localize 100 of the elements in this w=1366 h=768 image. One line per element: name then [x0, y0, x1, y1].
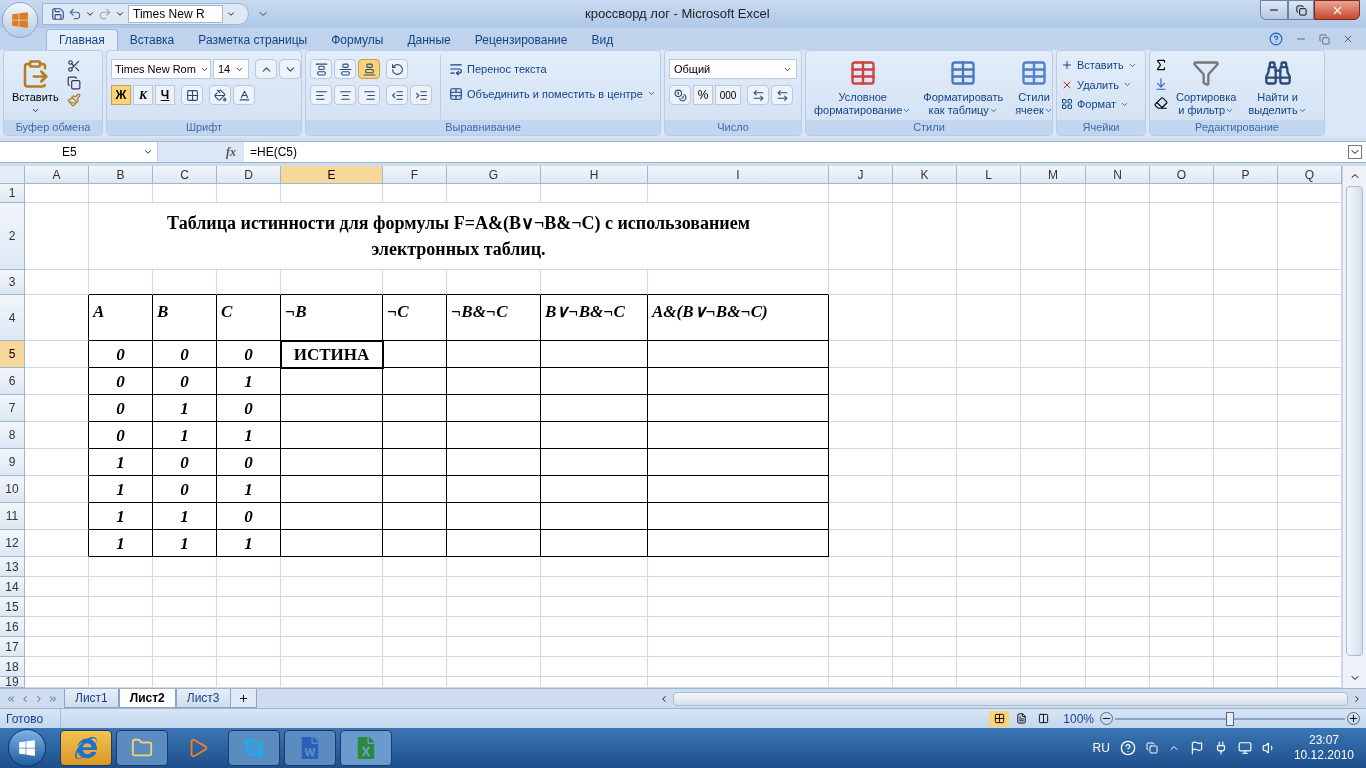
row-header[interactable]: 6	[0, 368, 25, 395]
ribbon-tab[interactable]: Рецензирование	[462, 29, 580, 50]
sheet-tab[interactable]: Лист2	[118, 689, 176, 708]
column-header[interactable]: D	[217, 166, 281, 184]
column-header[interactable]: F	[383, 166, 447, 184]
column-header[interactable]: H	[541, 166, 648, 184]
column-header[interactable]: A	[25, 166, 89, 184]
new-sheet-button[interactable]	[230, 689, 257, 708]
ribbon-tab[interactable]: Данные	[395, 29, 463, 50]
column-header[interactable]: G	[447, 166, 541, 184]
column-header[interactable]: L	[957, 166, 1021, 184]
column-header[interactable]: N	[1086, 166, 1150, 184]
ribbon-tab[interactable]: Вставка	[117, 29, 187, 50]
row-header[interactable]: 17	[0, 637, 25, 657]
normal-view-button[interactable]	[989, 710, 1010, 727]
sheet-tab[interactable]: Лист1	[64, 689, 119, 708]
align-left-button[interactable]	[310, 85, 332, 105]
sheet-tab[interactable]: Лист3	[175, 689, 231, 708]
autosum-icon[interactable]	[1154, 58, 1168, 72]
percent-button[interactable]: %	[693, 85, 713, 105]
column-header[interactable]: B	[89, 166, 153, 184]
indent-increase-button[interactable]	[410, 85, 432, 105]
scroll-thumb[interactable]	[1346, 186, 1363, 656]
eraser-icon[interactable]	[1154, 96, 1168, 110]
grow-font-button[interactable]	[255, 59, 277, 79]
restore-icon[interactable]	[1319, 33, 1330, 45]
increase-decimal-button[interactable]	[747, 85, 769, 105]
decrease-decimal-button[interactable]	[771, 85, 793, 105]
wrap-text-button[interactable]: Перенос текста	[449, 61, 656, 78]
styles-button[interactable]: Форматировать как таблицу	[919, 55, 1008, 120]
cells-button[interactable]: Формат	[1061, 96, 1137, 113]
font-style-button[interactable]: К	[133, 85, 153, 105]
next-sheet-icon[interactable]	[34, 693, 44, 704]
row-header[interactable]: 13	[0, 557, 25, 577]
close-icon[interactable]	[1342, 33, 1354, 45]
row-header[interactable]: 10	[0, 476, 25, 503]
ribbon-tab[interactable]: Главная	[46, 29, 118, 50]
orientation-button[interactable]	[386, 59, 408, 79]
font-style-button[interactable]: Ч	[155, 85, 175, 105]
fill-color-button[interactable]	[209, 85, 231, 105]
row-header[interactable]: 8	[0, 422, 25, 449]
column-header[interactable]: O	[1150, 166, 1214, 184]
undo-icon[interactable]	[68, 7, 82, 21]
column-header[interactable]: J	[829, 166, 893, 184]
fill-icon[interactable]	[1154, 77, 1168, 91]
ribbon-tab[interactable]: Формулы	[319, 29, 396, 50]
help-icon[interactable]	[1269, 32, 1283, 46]
vertical-align-button[interactable]	[358, 59, 380, 79]
align-right-button[interactable]	[358, 85, 380, 105]
column-header[interactable]: I	[648, 166, 829, 184]
row-header[interactable]: 12	[0, 530, 25, 557]
copy-icon[interactable]	[66, 76, 81, 90]
taskbar-button[interactable]	[284, 730, 336, 766]
formula-field[interactable]: =НЕ(C5)	[244, 142, 1348, 162]
cut-icon[interactable]	[66, 59, 81, 73]
restore-button[interactable]	[1288, 0, 1314, 20]
vertical-scrollbar[interactable]	[1342, 166, 1366, 688]
row-header[interactable]: 9	[0, 449, 25, 476]
row-header[interactable]: 16	[0, 617, 25, 637]
taskbar-button[interactable]	[340, 730, 392, 766]
font-field[interactable]: Times New R	[128, 5, 223, 23]
row-header[interactable]: 7	[0, 395, 25, 422]
editing-button[interactable]: Найти и выделить	[1244, 55, 1311, 120]
cells-button[interactable]: Вставить	[1061, 57, 1137, 74]
language-indicator[interactable]: RU	[1092, 739, 1110, 757]
column-header[interactable]: M	[1021, 166, 1086, 184]
thousands-button[interactable]: 000	[715, 85, 741, 105]
row-header[interactable]: 2	[0, 203, 25, 270]
ribbon-tab[interactable]: Вид	[579, 29, 626, 50]
indent-decrease-button[interactable]	[386, 85, 408, 105]
column-header[interactable]: E	[281, 166, 383, 184]
scroll-thumb[interactable]	[672, 691, 1348, 706]
row-header[interactable]: 18	[0, 657, 25, 677]
flag-icon[interactable]	[1189, 741, 1204, 755]
column-header[interactable]: Q	[1278, 166, 1342, 184]
taskbar-button[interactable]	[116, 730, 168, 766]
row-header[interactable]: 5	[0, 341, 25, 368]
font-style-button[interactable]: Ж	[111, 85, 131, 105]
font-color-button[interactable]	[233, 85, 255, 105]
network-icon[interactable]	[1237, 741, 1252, 755]
row-header[interactable]: 14	[0, 577, 25, 597]
zoom-in-icon[interactable]	[1347, 712, 1360, 725]
font-size-field[interactable]: 14	[213, 59, 249, 79]
office-button[interactable]	[2, 2, 38, 38]
row-header[interactable]: 1	[0, 184, 25, 203]
column-header[interactable]: K	[893, 166, 957, 184]
column-header[interactable]: P	[1214, 166, 1278, 184]
selected-cell[interactable]: ИСТИНА	[281, 341, 383, 368]
paste-button[interactable]: Вставить	[8, 55, 63, 120]
zoom-slider[interactable]	[1115, 711, 1345, 726]
save-icon[interactable]	[51, 7, 65, 21]
align-center-button[interactable]	[334, 85, 356, 105]
merge-center-button[interactable]: Объединить и поместить в центре	[449, 85, 656, 102]
editing-button[interactable]: Сортировка и фильтр	[1172, 55, 1241, 120]
styles-button[interactable]: Условное форматирование	[810, 55, 916, 120]
function-button[interactable]: fx	[226, 143, 236, 161]
taskbar-button[interactable]	[228, 730, 280, 766]
number-format-field[interactable]: Общий	[669, 59, 797, 79]
styles-button[interactable]: Стили ячеек	[1011, 55, 1057, 120]
minimize-button[interactable]	[1260, 0, 1288, 20]
